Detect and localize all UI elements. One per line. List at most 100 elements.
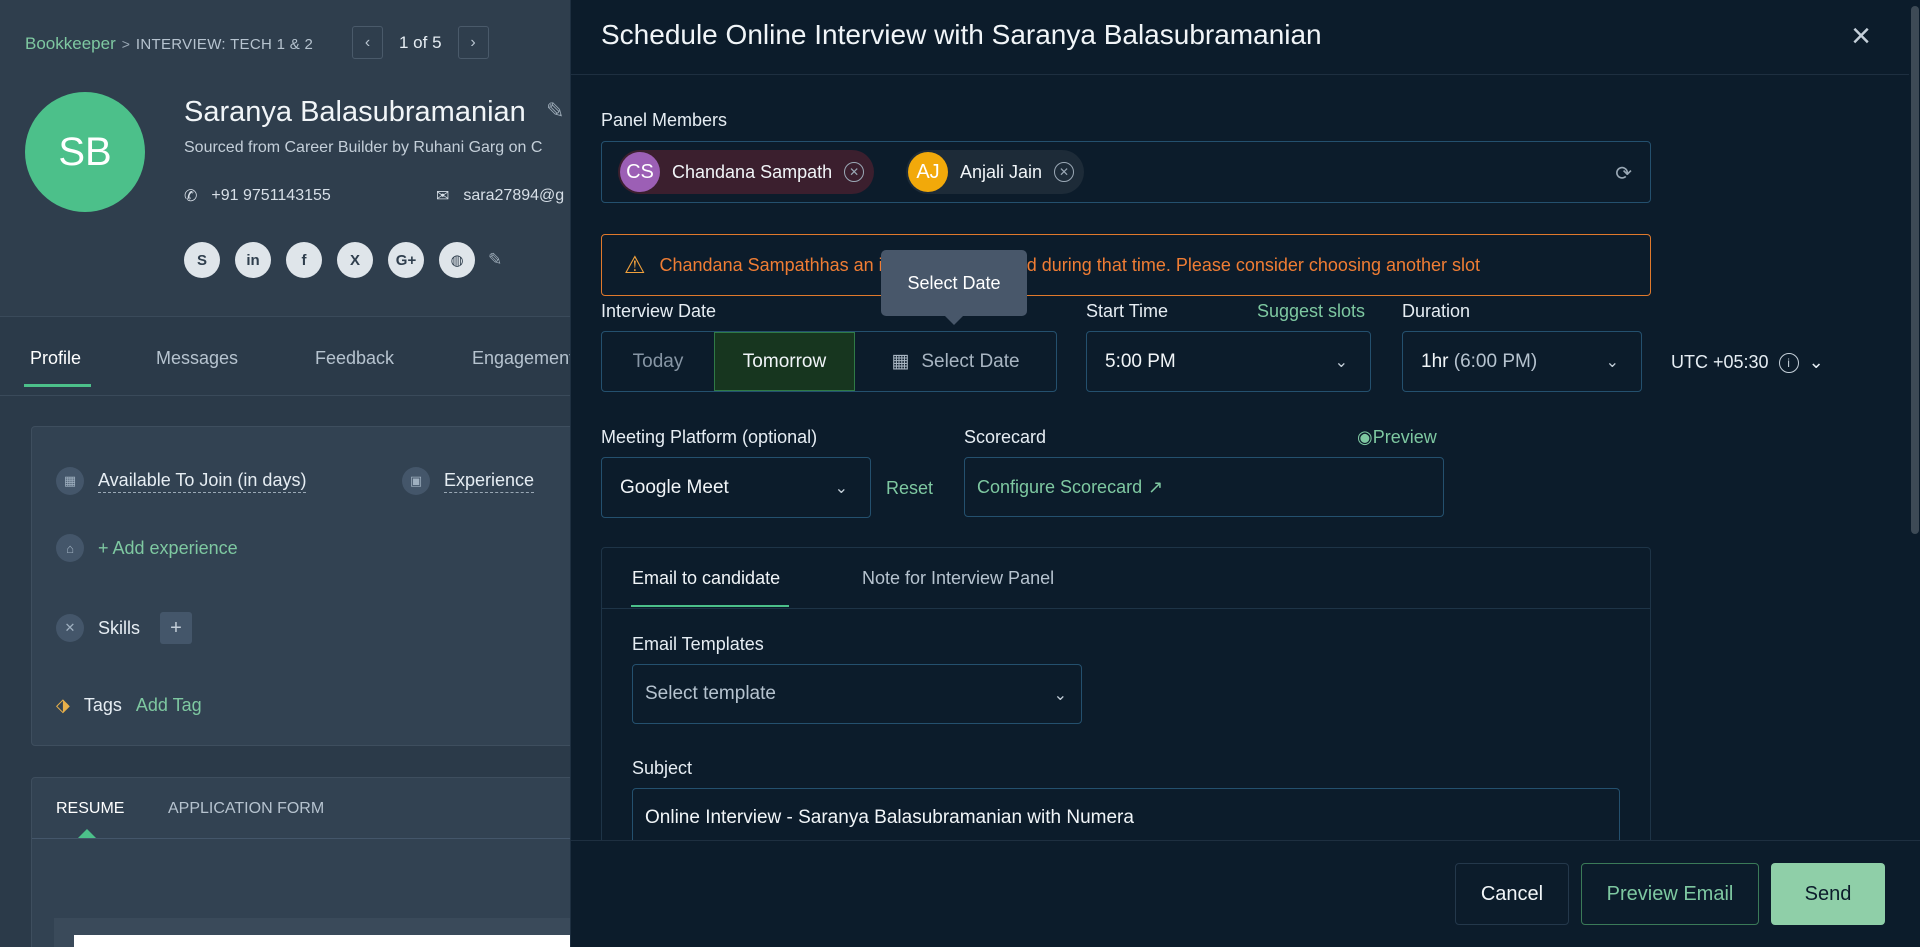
date-tomorrow-option[interactable]: Tomorrow xyxy=(714,332,855,391)
panel-members-input[interactable]: CS Chandana Sampath ✕ AJ Anjali Jain ✕ ⟳ xyxy=(601,141,1651,203)
close-icon[interactable]: × xyxy=(1843,18,1879,54)
meeting-platform-select[interactable]: Google Meet ⌄ xyxy=(601,457,871,518)
resume-card: RESUME APPLICATION FORM xyxy=(31,777,577,947)
configure-scorecard-field[interactable]: Configure Scorecard ↗ xyxy=(964,457,1444,517)
start-time-label: Start Time xyxy=(1086,301,1169,321)
skype-icon[interactable]: S xyxy=(184,242,220,278)
info-icon: i xyxy=(1778,352,1799,373)
meeting-platform-label: Meeting Platform (optional) xyxy=(601,427,818,447)
timezone-selector[interactable]: UTC +05:30 i ⌄ xyxy=(1671,352,1824,373)
tab-email-to-candidate[interactable]: Email to candidate xyxy=(632,568,780,589)
institution-icon: ⌂ xyxy=(56,534,84,562)
breadcrumb-job-link[interactable]: Bookkeeper xyxy=(25,34,116,54)
active-tab-indicator xyxy=(631,605,789,607)
avatar: AJ xyxy=(908,152,948,192)
start-time-value: 5:00 PM xyxy=(1105,350,1176,372)
avatar: CS xyxy=(620,152,660,192)
template-placeholder: Select template xyxy=(645,683,776,704)
breadcrumb-stage: INTERVIEW: TECH 1 & 2 xyxy=(135,35,314,53)
drawer-header: Schedule Online Interview with Saranya B… xyxy=(571,0,1920,75)
edit-pencil-icon[interactable]: ✎ xyxy=(546,98,564,124)
panel-member-name: Anjali Jain xyxy=(960,161,1043,182)
subject-label: Subject xyxy=(632,758,693,778)
tags-label: Tags xyxy=(83,695,122,715)
phone-icon: ✆ xyxy=(184,188,198,205)
refresh-icon[interactable]: ⟳ xyxy=(1615,161,1632,186)
chevron-down-icon: ⌄ xyxy=(1334,354,1348,371)
add-tag-link[interactable]: Add Tag xyxy=(136,695,202,716)
scrollbar-thumb[interactable] xyxy=(1911,6,1919,534)
candidate-source: Sourced from Career Builder by Ruhani Ga… xyxy=(184,139,543,156)
schedule-interview-drawer: Schedule Online Interview with Saranya B… xyxy=(570,0,1920,947)
chevron-down-icon: ⌄ xyxy=(1808,352,1824,372)
tags-row: ⬗ Tags Add Tag xyxy=(56,695,202,716)
email-address: sara27894@g xyxy=(463,187,565,204)
tab-application-form[interactable]: APPLICATION FORM xyxy=(168,800,324,818)
chevron-down-icon: ⌄ xyxy=(1605,354,1619,371)
drawer-scrollbar[interactable] xyxy=(1909,0,1920,840)
briefcase-icon: ▣ xyxy=(402,467,430,495)
skills-row: ✕ Skills + xyxy=(56,612,193,644)
chevron-down-icon: ⌄ xyxy=(834,480,848,497)
panel-member-name: Chandana Sampath xyxy=(672,161,833,182)
experience-field[interactable]: ▣ Experience xyxy=(402,467,535,495)
add-skill-button[interactable]: + xyxy=(160,612,193,644)
preview-scorecard-link[interactable]: ◉Preview xyxy=(1357,427,1437,448)
email-template-select[interactable]: Select template ⌄ xyxy=(632,664,1082,724)
x-twitter-icon[interactable]: X xyxy=(337,242,373,278)
phone-number: +91 9751143155 xyxy=(211,187,331,204)
active-tab-caret xyxy=(78,829,96,838)
select-date-text: Select Date xyxy=(921,350,1020,372)
linkedin-icon[interactable]: in xyxy=(235,242,271,278)
candidate-header: Bookkeeper > INTERVIEW: TECH 1 & 2 ‹ 1 o… xyxy=(0,0,570,317)
drawer-title: Schedule Online Interview with Saranya B… xyxy=(601,19,1322,50)
configure-scorecard-link[interactable]: Configure Scorecard xyxy=(977,477,1142,498)
cancel-button[interactable]: Cancel xyxy=(1455,863,1569,925)
candidate-pager: ‹ 1 of 5 › xyxy=(352,26,489,59)
remove-member-icon[interactable]: ✕ xyxy=(1054,162,1075,182)
tab-profile[interactable]: Profile xyxy=(30,348,81,369)
breadcrumb-separator: > xyxy=(121,36,130,52)
subject-input[interactable]: Online Interview - Saranya Balasubramani… xyxy=(632,788,1620,848)
resume-page xyxy=(74,935,577,947)
conflict-warning-text: Chandana Sampathhas an interview schedul… xyxy=(659,254,1481,275)
next-candidate-button[interactable]: › xyxy=(457,26,489,59)
google-plus-icon[interactable]: G+ xyxy=(388,242,424,278)
tab-engagement[interactable]: Engagement xyxy=(472,348,574,369)
reset-link[interactable]: Reset xyxy=(886,478,933,499)
date-today-option[interactable]: Today xyxy=(602,332,714,391)
panel-member-chip: AJ Anjali Jain ✕ xyxy=(906,150,1085,194)
suggest-slots-link[interactable]: Suggest slots xyxy=(1257,301,1365,322)
edit-socials-pencil-icon[interactable]: ✎ xyxy=(488,250,502,270)
duration-select[interactable]: 1hr (6:00 PM) ⌄ xyxy=(1402,331,1642,392)
interview-date-selector: Today Tomorrow ▦ Select Date xyxy=(601,331,1057,392)
previous-candidate-button[interactable]: ‹ xyxy=(352,26,383,59)
send-button[interactable]: Send xyxy=(1771,863,1885,925)
add-experience-row: ⌂ + Add experience xyxy=(56,534,238,562)
breadcrumb: Bookkeeper > INTERVIEW: TECH 1 & 2 xyxy=(25,34,313,54)
remove-member-icon[interactable]: ✕ xyxy=(844,162,865,182)
facebook-icon[interactable]: f xyxy=(286,242,322,278)
eye-icon: ◉ xyxy=(1357,427,1373,447)
available-to-join-field[interactable]: ▦ Available To Join (in days) xyxy=(56,467,307,495)
preview-email-button[interactable]: Preview Email xyxy=(1581,863,1759,925)
panel-member-chip: CS Chandana Sampath ✕ xyxy=(618,150,875,194)
date-select-option[interactable]: ▦ Select Date xyxy=(855,332,1056,391)
add-experience-link[interactable]: + Add experience xyxy=(98,538,238,559)
scorecard-label: Scorecard xyxy=(964,427,1047,447)
globe-icon[interactable]: ◍ xyxy=(439,242,475,278)
social-links: S in f X G+ ◍ ✎ xyxy=(184,242,502,278)
candidate-email: ✉ sara27894@g xyxy=(436,186,564,206)
active-tab-indicator xyxy=(24,384,91,387)
conflict-warning: ⚠ Chandana Sampathhas an interview sched… xyxy=(601,234,1651,296)
preview-link-text: Preview xyxy=(1372,427,1437,447)
warning-triangle-icon: ⚠ xyxy=(624,251,646,279)
email-templates-label: Email Templates xyxy=(632,634,764,654)
meeting-platform-value: Google Meet xyxy=(620,476,729,498)
tab-note-for-interview-panel[interactable]: Note for Interview Panel xyxy=(862,568,1054,589)
tab-resume[interactable]: RESUME xyxy=(56,800,124,818)
drawer-footer: Cancel Preview Email Send xyxy=(571,840,1920,947)
start-time-select[interactable]: 5:00 PM ⌄ xyxy=(1086,331,1371,392)
tab-messages[interactable]: Messages xyxy=(156,348,238,369)
tab-feedback[interactable]: Feedback xyxy=(315,348,394,369)
